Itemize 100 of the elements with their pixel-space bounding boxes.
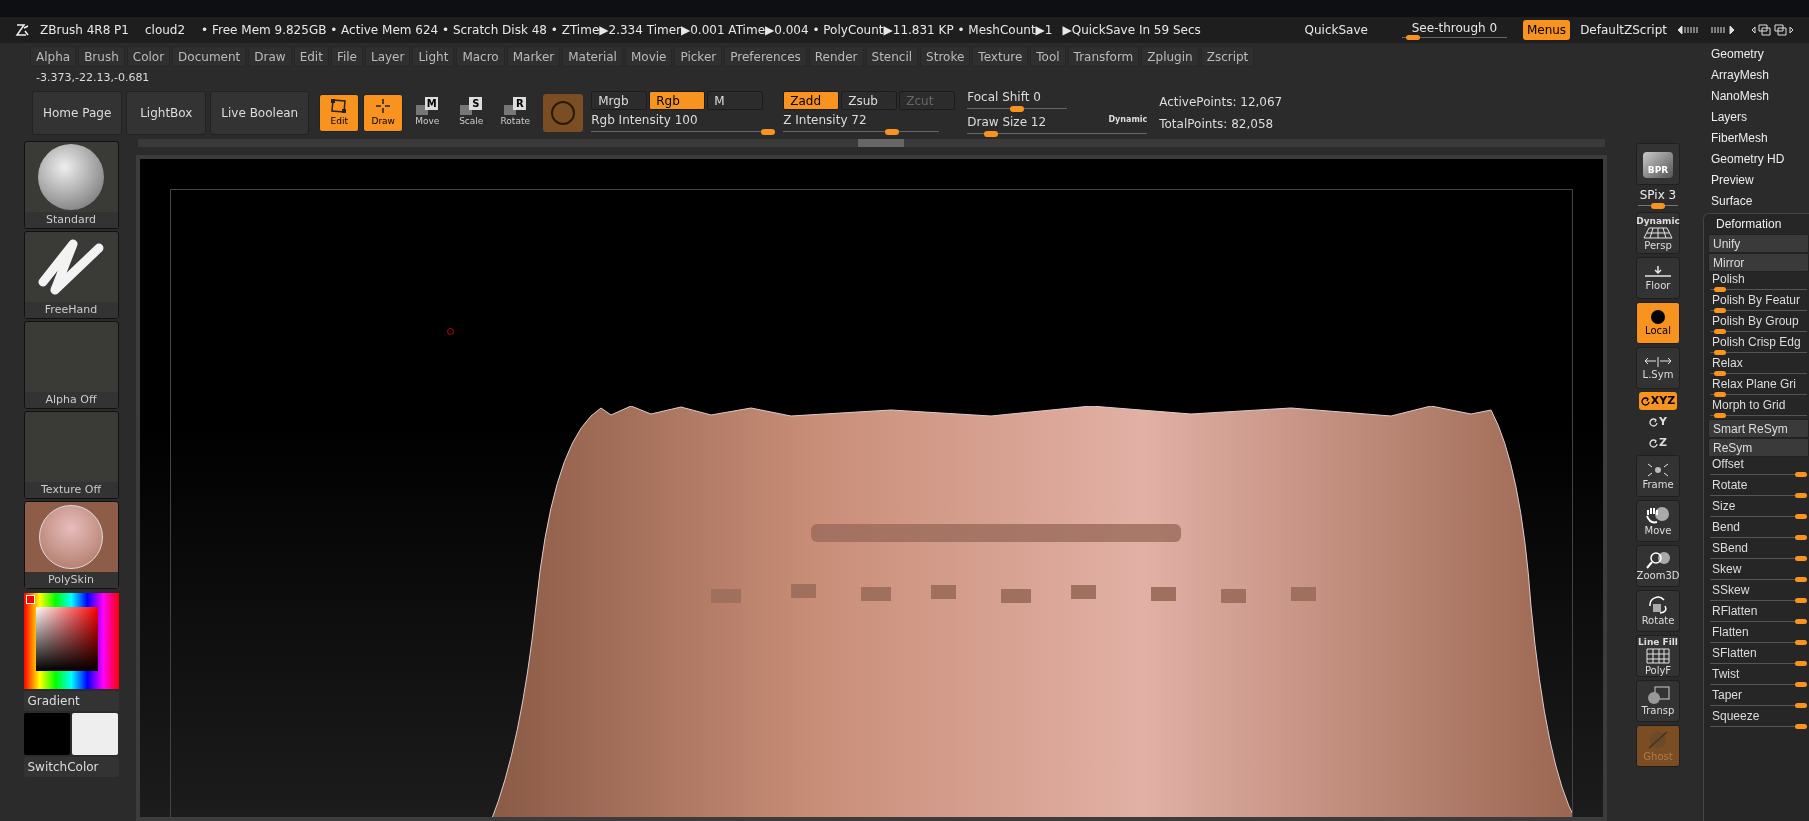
menu-item[interactable]: Draw xyxy=(248,46,292,67)
slider-track[interactable] xyxy=(1710,556,1807,562)
subpalette-item[interactable]: Layers xyxy=(1703,106,1809,127)
slider-track[interactable] xyxy=(1710,287,1807,293)
slider-track[interactable] xyxy=(1710,661,1807,667)
slider-track[interactable] xyxy=(1710,308,1807,314)
slider-track[interactable] xyxy=(1710,472,1807,478)
slider-thumb[interactable] xyxy=(1795,472,1807,477)
spix-slider-track[interactable] xyxy=(1638,203,1678,209)
menu-item[interactable]: Stencil xyxy=(865,46,919,67)
persp-button[interactable]: Dynamic Persp xyxy=(1636,212,1680,254)
slider-track[interactable] xyxy=(1710,724,1807,730)
slider-thumb[interactable] xyxy=(1795,598,1807,603)
local-button[interactable]: Local xyxy=(1636,302,1680,344)
slider-thumb[interactable] xyxy=(1795,661,1807,666)
menu-item[interactable]: Transform xyxy=(1067,46,1140,67)
secondary-color-swatch[interactable] xyxy=(72,713,118,755)
subpalette-item[interactable]: Geometry HD xyxy=(1703,148,1809,169)
spix-slider-thumb[interactable] xyxy=(1651,203,1665,209)
floor-button[interactable]: Floor xyxy=(1636,257,1680,299)
tray-tile[interactable]: PolySkin xyxy=(23,501,119,589)
panel-button[interactable]: Smart ReSym xyxy=(1708,419,1809,438)
menu-item[interactable]: Document xyxy=(172,46,247,67)
menu-item[interactable]: Texture xyxy=(972,46,1029,67)
menu-item[interactable]: Light xyxy=(412,46,455,67)
quicksave-button[interactable]: QuickSave xyxy=(1296,21,1376,39)
slider-thumb[interactable] xyxy=(885,129,900,135)
menu-item[interactable]: Layer xyxy=(364,46,411,67)
slider-thumb[interactable] xyxy=(1795,724,1807,729)
slider-track[interactable] xyxy=(1710,371,1807,377)
slider-track[interactable] xyxy=(1710,392,1807,398)
toggle-button[interactable]: Zsub xyxy=(841,91,898,110)
menu-item[interactable]: File xyxy=(330,46,363,67)
mode-button[interactable]: R Rotate xyxy=(495,94,536,132)
tray-tile[interactable]: Texture Off xyxy=(23,411,119,499)
dynamic-label[interactable]: Dynamic xyxy=(1108,114,1148,126)
slider-thumb[interactable] xyxy=(1795,514,1807,519)
menu-item[interactable]: Marker xyxy=(506,46,561,67)
main-color-swatch[interactable] xyxy=(24,713,70,755)
frame-button[interactable]: Frame xyxy=(1636,455,1680,497)
subpalette-item[interactable]: Geometry xyxy=(1703,43,1809,64)
slider-thumb[interactable] xyxy=(1714,350,1727,355)
subpalette-item[interactable]: Preview xyxy=(1703,169,1809,190)
mode-button[interactable]: Edit xyxy=(319,94,360,132)
slider-thumb[interactable] xyxy=(1795,577,1807,582)
toggle-button[interactable]: Rgb xyxy=(649,91,706,110)
bpr-button[interactable]: BPR xyxy=(1636,143,1680,185)
slider-thumb[interactable] xyxy=(1714,308,1727,313)
slider-track[interactable] xyxy=(1710,514,1807,520)
color-picker[interactable] xyxy=(23,593,119,689)
slider-thumb[interactable] xyxy=(1795,556,1807,561)
slider-track[interactable] xyxy=(1710,577,1807,583)
mode-button[interactable]: S Scale xyxy=(451,94,492,132)
tray-tile[interactable]: Standard xyxy=(23,141,119,229)
transp-button[interactable]: Transp xyxy=(1636,680,1680,722)
subpalette-item[interactable]: FiberMesh xyxy=(1703,127,1809,148)
slider-thumb[interactable] xyxy=(1714,413,1727,418)
toolbar-button[interactable]: Live Boolean xyxy=(210,91,310,135)
slider-track[interactable] xyxy=(1710,682,1807,688)
slider-thumb[interactable] xyxy=(1714,392,1727,397)
slider-thumb[interactable] xyxy=(1714,371,1727,376)
tray-tile[interactable]: FreeHand xyxy=(23,231,119,319)
menu-item[interactable]: Preferences xyxy=(724,46,807,67)
slider-thumb[interactable] xyxy=(1795,535,1807,540)
slider-track[interactable] xyxy=(967,106,1068,112)
mode-button[interactable]: M Move xyxy=(407,94,448,132)
tray-tile[interactable]: Alpha Off xyxy=(23,321,119,409)
zoom-button[interactable]: Zoom3D xyxy=(1636,545,1680,587)
menu-item[interactable]: Stroke xyxy=(920,46,971,67)
menus-button[interactable]: Menus xyxy=(1522,20,1571,40)
axis-rotation-button[interactable]: XYZ xyxy=(1639,392,1677,410)
mode-button[interactable]: Draw xyxy=(363,94,404,132)
menu-item[interactable]: Edit xyxy=(293,46,329,67)
toolbar-button[interactable]: Home Page xyxy=(32,91,123,135)
panel-button[interactable]: Mirror xyxy=(1708,253,1809,272)
slider-thumb[interactable] xyxy=(1010,106,1025,112)
menu-item[interactable]: Render xyxy=(808,46,864,67)
panel-button[interactable]: ReSym xyxy=(1708,438,1809,457)
toggle-button[interactable]: Zadd xyxy=(783,91,840,110)
slider-thumb[interactable] xyxy=(1714,329,1727,334)
move-button[interactable]: Move xyxy=(1636,500,1680,542)
slider-track[interactable] xyxy=(1710,493,1807,499)
slider-track[interactable] xyxy=(1710,703,1807,709)
slider-track[interactable] xyxy=(1710,598,1807,604)
slider-thumb[interactable] xyxy=(1795,619,1807,624)
slider-track[interactable] xyxy=(1710,350,1807,356)
slider-thumb[interactable] xyxy=(1795,493,1807,498)
toolbar-button[interactable]: LightBox xyxy=(126,91,207,135)
toggle-button[interactable]: M xyxy=(707,91,764,110)
slider-track[interactable] xyxy=(591,129,776,135)
menu-item[interactable]: Zscript xyxy=(1200,46,1255,67)
slider-track[interactable] xyxy=(1710,413,1807,419)
menu-item[interactable]: Tool xyxy=(1030,46,1066,67)
slider-track[interactable] xyxy=(1710,535,1807,541)
menu-item[interactable]: Zplugin xyxy=(1141,46,1199,67)
slider-thumb[interactable] xyxy=(983,131,998,137)
polyf-button[interactable]: Line Fill PolyF xyxy=(1636,635,1680,677)
menu-item[interactable]: Alpha xyxy=(30,46,77,67)
lsym-button[interactable]: L.Sym xyxy=(1636,347,1680,389)
menu-item[interactable]: Macro xyxy=(456,46,505,67)
